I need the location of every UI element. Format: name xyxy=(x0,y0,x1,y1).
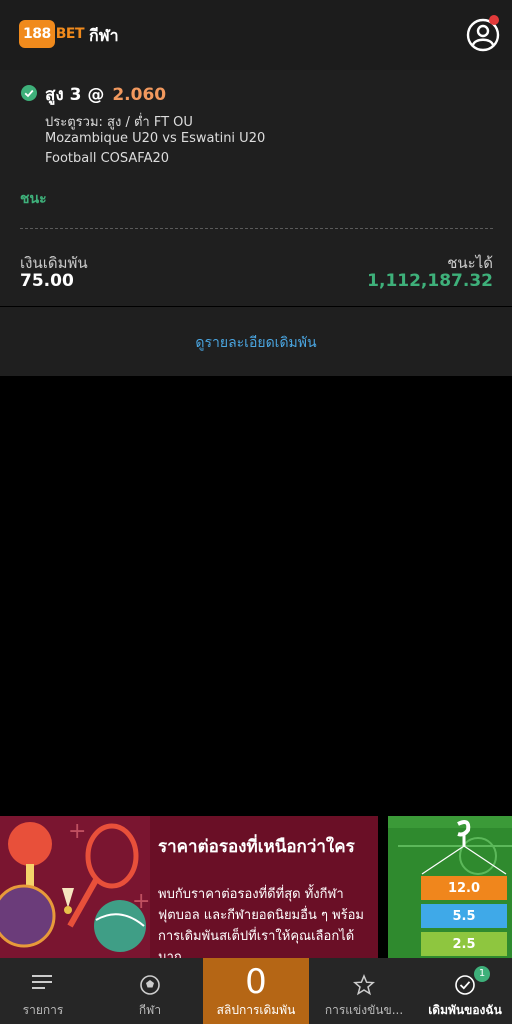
top-bar: 188 BET กีฬา xyxy=(0,0,512,70)
tab-menu-label: รายการ xyxy=(22,1003,64,1017)
brand-logo[interactable]: 188 BET xyxy=(19,18,85,50)
stake-value: 75.00 xyxy=(20,271,74,291)
promo-odd-3: 2.5 xyxy=(421,932,507,956)
bet-match: Mozambique U20 vs Eswatini U20 xyxy=(45,131,266,146)
bet-odds: 2.060 xyxy=(112,85,167,105)
star-icon xyxy=(353,974,375,996)
tab-sports-label: กีฬา xyxy=(138,1003,162,1017)
bottom-tab-bar: รายการ กีฬา 0 สลิปการเดิมพัน การแข่งขันข… xyxy=(0,958,512,1024)
bet-details-link[interactable]: ดูรายละเอียดเดิมพัน xyxy=(0,332,512,354)
tab-my-bets-label: เดิมพันของฉัน xyxy=(428,1003,502,1017)
tab-sports[interactable]: กีฬา xyxy=(98,958,202,1024)
tab-my-bets[interactable]: เดิมพันของฉัน xyxy=(418,958,512,1024)
svg-text:+: + xyxy=(132,889,150,914)
bet-market: ประตูรวม: สูง / ต่ำ FT OU xyxy=(45,115,193,130)
betslip-count: 0 xyxy=(245,962,267,1002)
tab-betslip[interactable]: 0 สลิปการเดิมพัน xyxy=(203,958,309,1024)
soccer-ball-icon xyxy=(140,975,160,995)
logo-number: 188 xyxy=(19,20,55,48)
promo-banner[interactable]: + + ราคาต่อรองที่เหนือกว่าใคร พบกับราคาต… xyxy=(0,816,378,958)
logo-text: BET xyxy=(55,26,85,42)
notification-dot xyxy=(489,15,499,25)
divider xyxy=(0,306,512,307)
tab-favorites[interactable]: การแข่งขันข... xyxy=(312,958,416,1024)
dashed-divider xyxy=(20,228,493,229)
bet-card: สูง 3 @ 2.060 ประตูรวม: สูง / ต่ำ FT OU M… xyxy=(0,70,512,376)
page-title: กีฬา xyxy=(89,26,119,45)
selection-text: สูง 3 @ xyxy=(45,85,105,105)
win-value: 1,112,187.32 xyxy=(367,271,493,291)
promo-odd-1: 12.0 xyxy=(421,876,507,900)
promo-banner-odds[interactable]: 12.0 5.5 2.5 xyxy=(388,816,512,958)
tab-betslip-label: สลิปการเดิมพัน xyxy=(216,1003,296,1017)
promo-body: พบกับราคาต่อรองที่ดีที่สุด ทั้งกีฬาฟุตบอ… xyxy=(158,887,365,958)
tab-menu[interactable]: รายการ xyxy=(0,958,86,1024)
bet-selection: สูง 3 @ 2.060 xyxy=(45,81,166,108)
check-circle-icon xyxy=(455,975,475,995)
promo-title: ราคาต่อรองที่เหนือกว่าใคร xyxy=(158,837,355,857)
bet-league: Football COSAFA20 xyxy=(45,151,170,166)
svg-text:+: + xyxy=(68,819,86,844)
tab-favorites-label: การแข่งขันข... xyxy=(324,1003,404,1017)
bet-status: ชนะ xyxy=(20,191,47,207)
sports-balls-illustration: + + xyxy=(0,816,150,958)
check-circle-icon xyxy=(21,85,37,101)
list-icon xyxy=(32,975,52,989)
promo-odd-2: 5.5 xyxy=(421,904,507,928)
my-bets-badge: 1 xyxy=(474,966,490,982)
